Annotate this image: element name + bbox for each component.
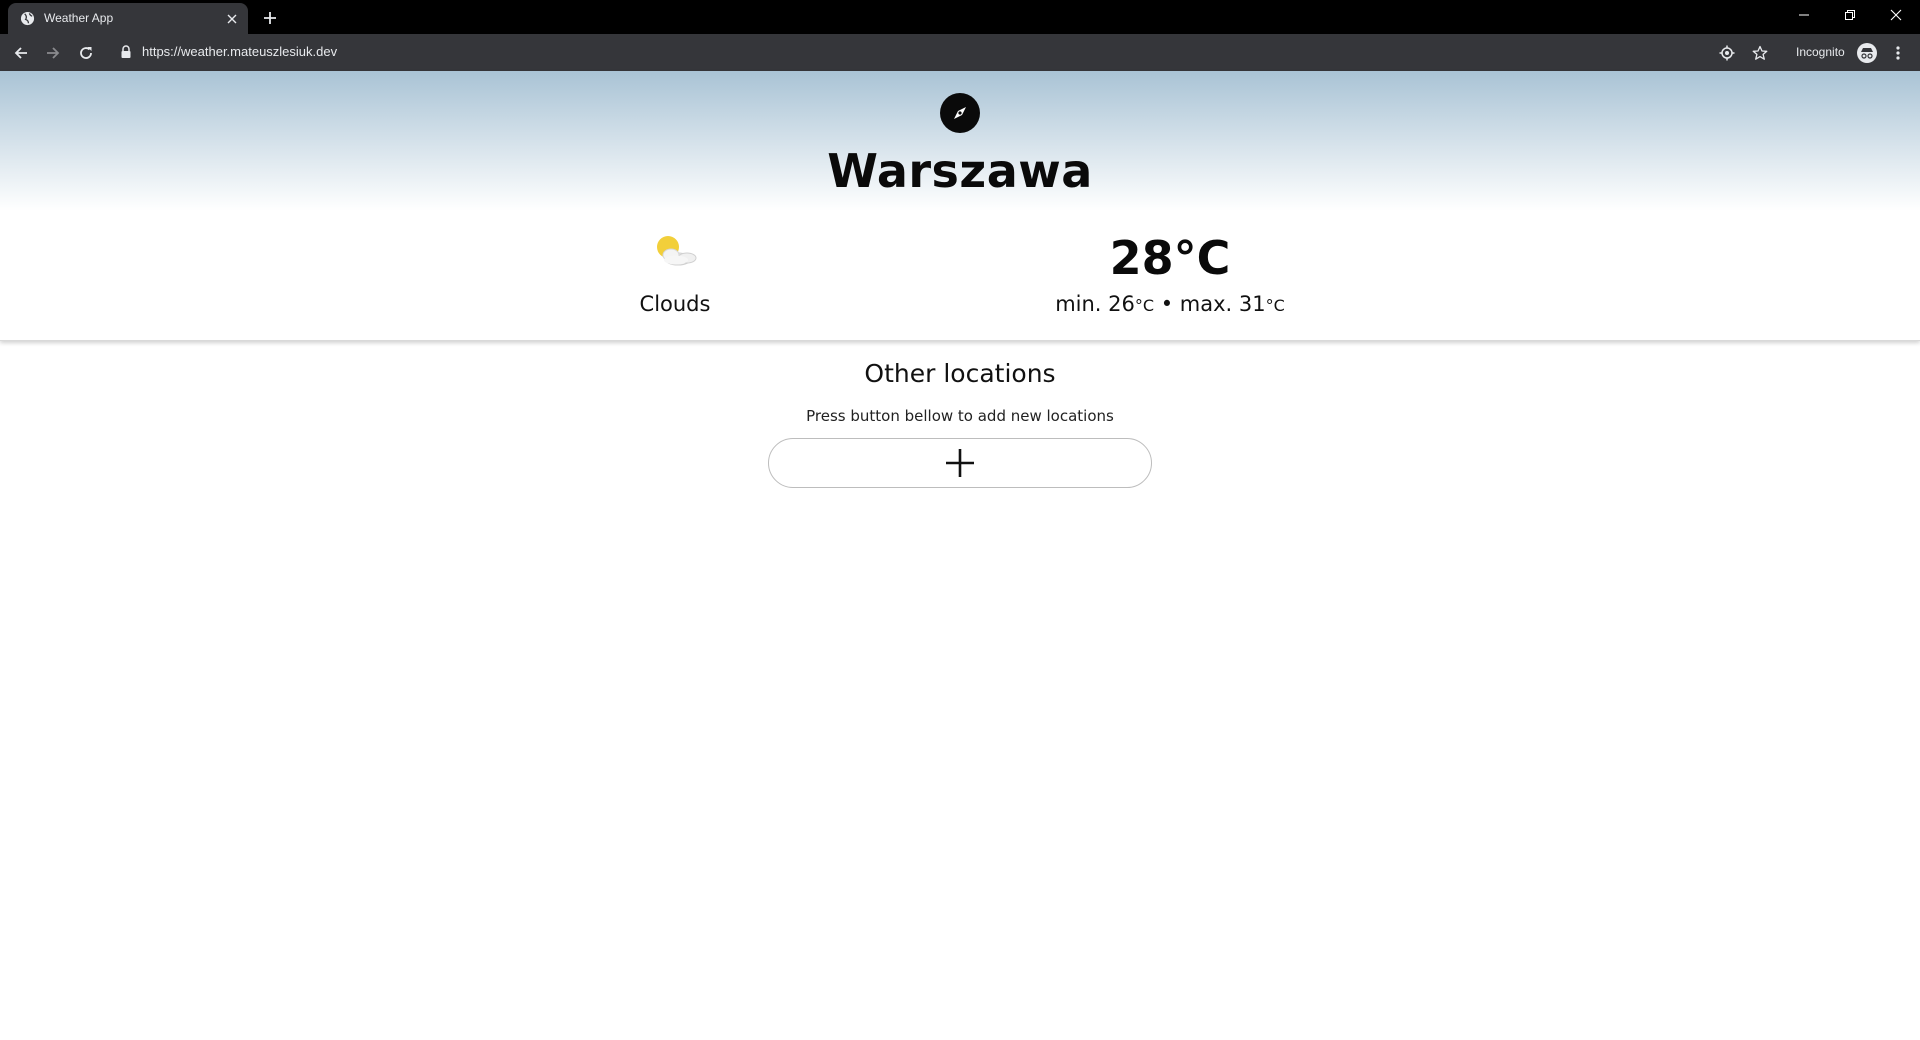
minimize-icon (1799, 14, 1809, 16)
separator: • (1154, 292, 1180, 316)
arrow-left-icon (14, 47, 27, 59)
weather-app-page: Warszawa Clouds 28°C min. 26°C • max. 31… (0, 71, 1920, 1040)
min-max-temperature: min. 26°C • max. 31°C (1030, 292, 1310, 316)
location-button[interactable] (1717, 43, 1737, 63)
browser-menu-button[interactable] (1888, 43, 1908, 63)
min-unit: °C (1134, 296, 1155, 315)
address-bar[interactable]: https://weather.mateuszlesiuk.dev (142, 44, 337, 59)
min-temperature: min. 26 (1055, 292, 1135, 316)
arrow-right-icon (47, 47, 60, 59)
current-weather-panel: Warszawa Clouds 28°C min. 26°C • max. 31… (0, 71, 1920, 341)
lock-icon[interactable] (120, 45, 132, 59)
incognito-icon (1857, 43, 1877, 63)
close-icon (1890, 9, 1902, 21)
tab-title: Weather App (44, 11, 114, 25)
compass-icon (954, 107, 966, 119)
city-name: Warszawa (827, 144, 1093, 198)
minimize-button[interactable] (1781, 0, 1827, 30)
max-unit: °C (1265, 296, 1285, 315)
browser-toolbar: https://weather.mateuszlesiuk.dev Incogn… (0, 34, 1920, 71)
locate-me-button[interactable] (940, 93, 980, 133)
star-icon (1752, 45, 1768, 60)
restore-icon (1845, 10, 1855, 20)
location-target-icon (1719, 45, 1735, 61)
bookmark-button[interactable] (1750, 43, 1770, 63)
kebab-menu-icon (1896, 46, 1900, 60)
sun-behind-clouds-icon (657, 236, 697, 266)
add-location-button[interactable] (768, 438, 1152, 488)
reload-icon (80, 47, 92, 59)
globe-icon (20, 11, 35, 26)
incognito-label[interactable]: Incognito (1796, 45, 1845, 59)
forward-button[interactable] (42, 42, 64, 64)
plus-icon[interactable] (260, 8, 280, 28)
restore-button[interactable] (1827, 0, 1873, 30)
other-locations-title: Other locations (864, 359, 1056, 388)
plus-icon (946, 449, 974, 477)
current-temperature: 28°C (1109, 231, 1231, 285)
back-button[interactable] (10, 42, 32, 64)
reload-button[interactable] (75, 42, 97, 64)
close-icon[interactable] (224, 11, 240, 27)
incognito-avatar[interactable] (1857, 43, 1877, 63)
weather-condition: Clouds (639, 292, 711, 316)
browser-tab-strip: Weather App (0, 0, 1920, 34)
browser-tab[interactable]: Weather App (8, 3, 248, 34)
other-locations-hint: Press button bellow to add new locations (806, 407, 1114, 425)
max-temperature: max. 31 (1179, 292, 1266, 316)
close-window-button[interactable] (1873, 0, 1919, 30)
